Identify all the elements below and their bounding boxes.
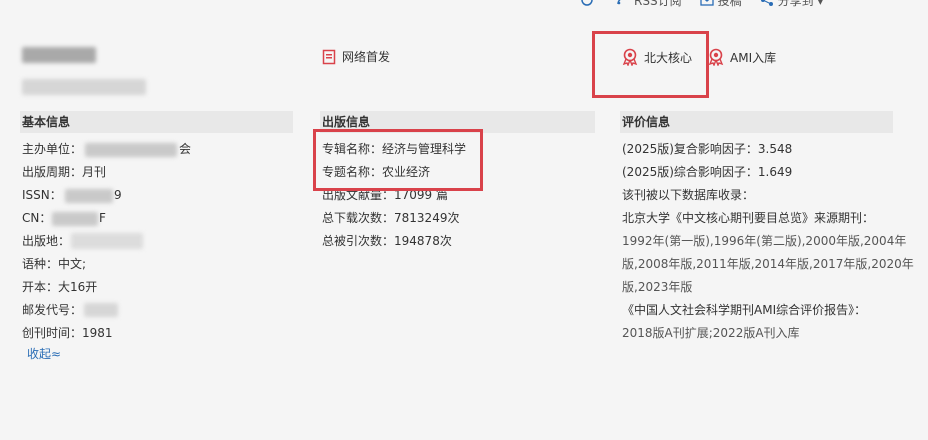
section-title-basic: 基本信息 bbox=[20, 111, 293, 133]
row-language: 语种：中文; bbox=[22, 257, 87, 271]
row-period: 出版周期：月刊 bbox=[22, 165, 107, 179]
highlight-box-pku-core bbox=[592, 31, 709, 98]
badge-ami: AMI入库 bbox=[708, 48, 776, 66]
award-icon bbox=[708, 48, 724, 66]
highlight-box-series bbox=[313, 129, 483, 191]
eval-line-composite-if: (2025版)复合影响因子：3.548 bbox=[622, 142, 793, 156]
row-format: 开本：大16开 bbox=[22, 280, 98, 294]
eval-line-ami-report: 《中国人文社会科学期刊AMI综合评价报告》： bbox=[622, 303, 867, 317]
eval-line-indexed-by: 该刊被以下数据库收录： bbox=[622, 188, 755, 202]
mail-icon bbox=[699, 0, 714, 6]
eval-line-pku-years-3: 版,2023年版 bbox=[622, 280, 693, 294]
row-place: 出版地： bbox=[22, 234, 71, 248]
row-cited: 总被引次数：194878次 bbox=[322, 234, 452, 248]
cn-blurred bbox=[52, 212, 98, 226]
toolbar-rss[interactable]: RSS订阅 bbox=[616, 0, 682, 9]
issn-suffix: 9 bbox=[114, 188, 122, 202]
eval-line-pku-years-2: 版,2008年版,2011年版,2014年版,2017年版,2020年 bbox=[622, 257, 914, 271]
sponsor-suffix: 会 bbox=[179, 142, 192, 156]
row-cn: CN： bbox=[22, 211, 52, 225]
cn-suffix: F bbox=[99, 211, 106, 225]
postcode-blurred bbox=[84, 303, 118, 317]
toolbar-share-circle[interactable] bbox=[580, 0, 598, 6]
badge-first-publish: 网络首发 bbox=[322, 48, 390, 65]
journal-subtitle-blurred bbox=[22, 79, 146, 95]
journal-title-blurred bbox=[22, 47, 96, 63]
toolbar-submit[interactable]: 投稿 bbox=[699, 0, 742, 9]
section-title-evaluation: 评价信息 bbox=[620, 111, 893, 133]
top-toolbar: RSS订阅 投稿 分享到 ▾ bbox=[580, 0, 928, 8]
share-circle-icon bbox=[581, 0, 593, 6]
rss-icon bbox=[617, 0, 621, 5]
eval-line-ami-years: 2018版A刊扩展;2022版A刊入库 bbox=[622, 326, 800, 340]
toolbar-share[interactable]: 分享到 ▾ bbox=[760, 0, 823, 9]
row-issn: ISSN： bbox=[22, 188, 62, 202]
place-blurred bbox=[71, 233, 143, 249]
eval-line-pku-years-1: 1992年(第一版),1996年(第二版),2000年版,2004年 bbox=[622, 234, 907, 248]
row-postcode: 邮发代号： bbox=[22, 303, 83, 317]
document-icon bbox=[322, 49, 336, 64]
eval-line-comprehensive-if: (2025版)综合影响因子：1.649 bbox=[622, 165, 793, 179]
row-founded: 创刊时间：1981 bbox=[22, 326, 113, 340]
eval-line-pku-source: 北京大学《中文核心期刊要目总览》来源期刊： bbox=[622, 211, 875, 225]
share-icon bbox=[760, 0, 773, 6]
row-downloads: 总下载次数：7813249次 bbox=[322, 211, 460, 225]
sponsor-blurred bbox=[85, 143, 177, 157]
issn-blurred bbox=[65, 189, 113, 203]
collapse-link[interactable]: 收起≈ bbox=[27, 345, 61, 362]
row-sponsor: 主办单位： bbox=[22, 142, 83, 156]
